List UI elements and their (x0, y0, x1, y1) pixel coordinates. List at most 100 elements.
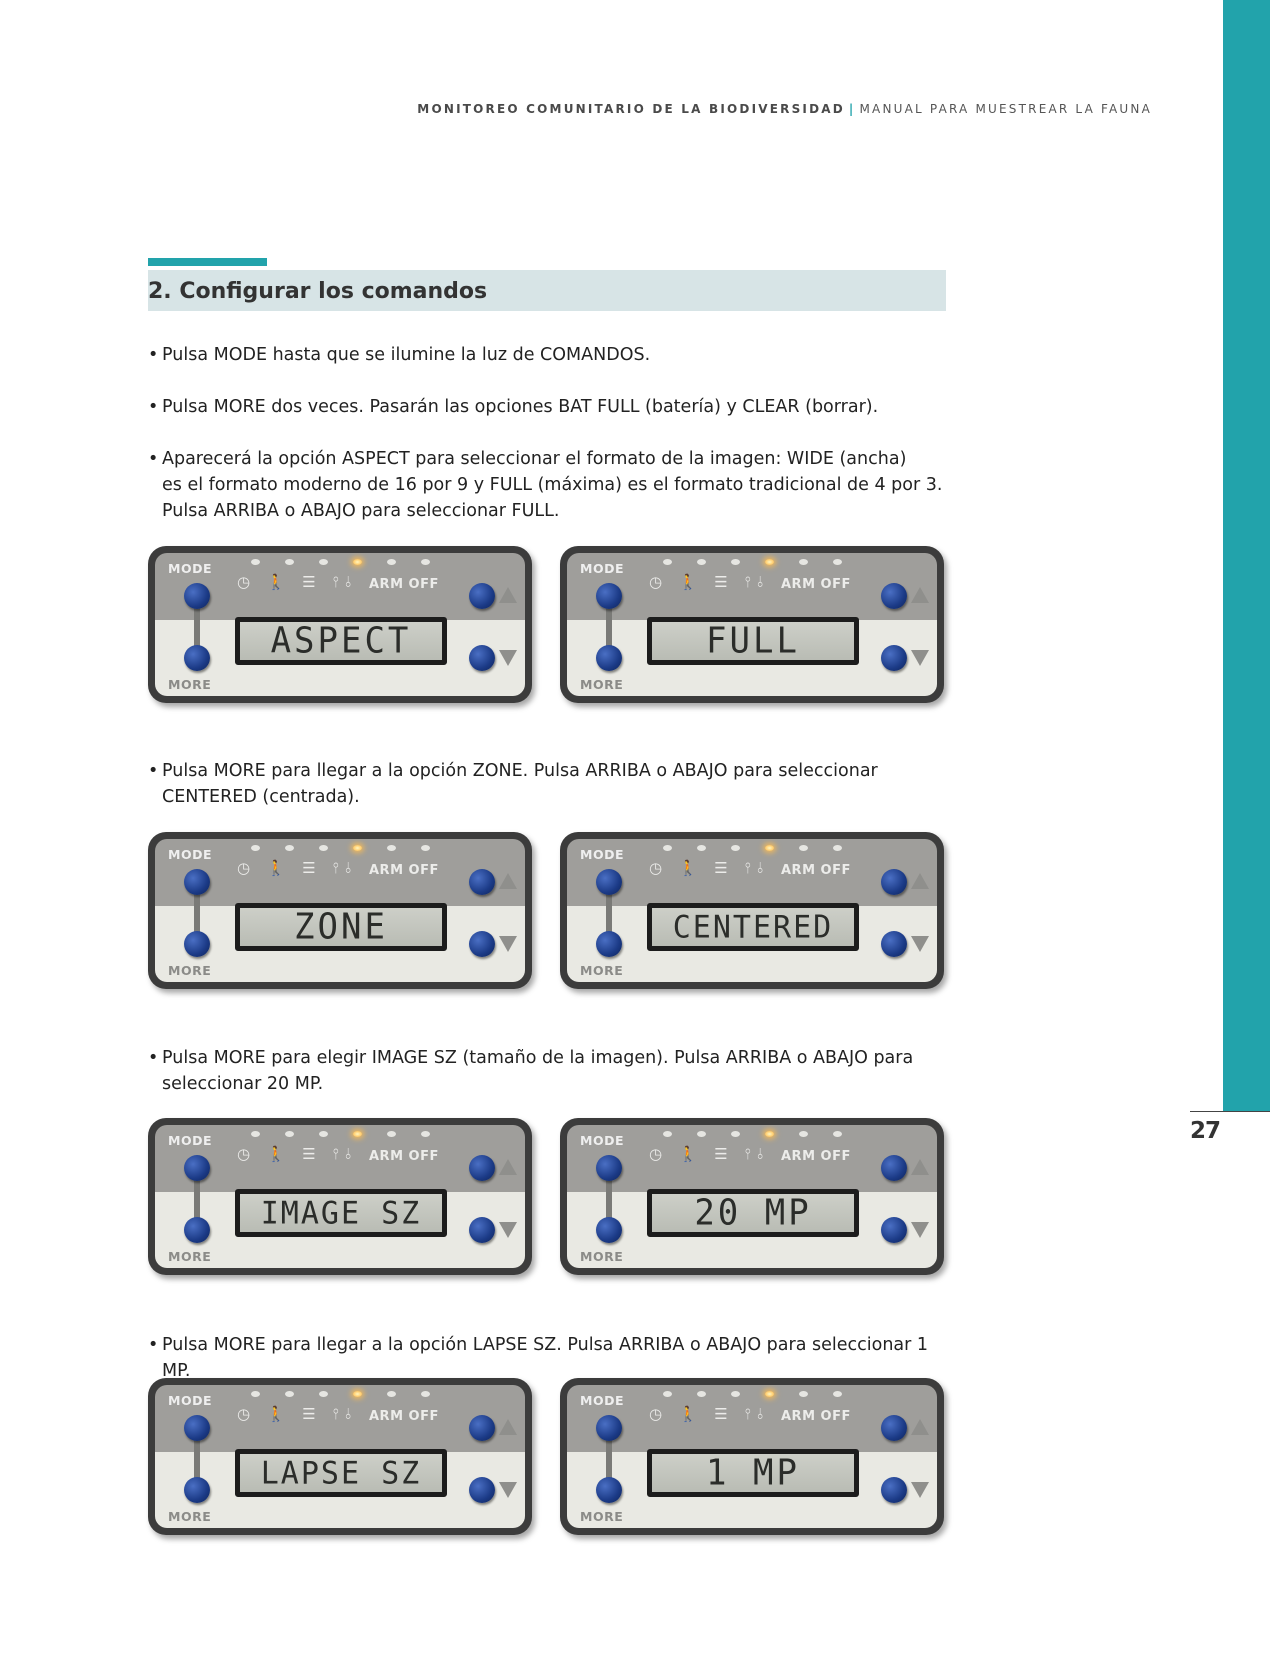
up-button[interactable] (881, 583, 907, 609)
bullet-5: • Pulsa MORE para elegir IMAGE SZ (tamañ… (148, 1045, 948, 1097)
down-button[interactable] (469, 1217, 495, 1243)
up-button[interactable] (881, 1155, 907, 1181)
up-arrow-icon (911, 1159, 929, 1175)
bullet-line: Pulsa MORE para llegar a la opción ZONE.… (162, 761, 878, 781)
mode-button[interactable] (184, 1155, 210, 1181)
bullet-line: Pulsa MODE hasta que se ilumine la luz d… (162, 345, 651, 365)
panel-face: MODE ◷ 🚶 ☰ ⫯⫰ ARM OFF CENTERED MORE (567, 839, 937, 982)
status-leds (251, 1131, 431, 1139)
down-button[interactable] (469, 645, 495, 671)
more-button[interactable] (184, 1477, 210, 1503)
bullet-2: • Pulsa MORE dos veces. Pasarán las opci… (148, 394, 948, 420)
down-arrow-icon (911, 1222, 929, 1238)
led (663, 845, 672, 851)
up-button[interactable] (469, 869, 495, 895)
bullet-dot: • (148, 345, 159, 365)
mode-label: MODE (580, 1133, 624, 1148)
mode-button[interactable] (596, 1415, 622, 1441)
led-lit (353, 1391, 362, 1397)
led (697, 1391, 706, 1397)
lcd-display: LAPSE SZ (235, 1449, 447, 1497)
mode-button[interactable] (596, 583, 622, 609)
more-label: MORE (580, 1249, 624, 1264)
mode-button[interactable] (184, 583, 210, 609)
status-leds (251, 559, 431, 567)
lcd-display: FULL (647, 617, 859, 665)
more-label: MORE (168, 1249, 212, 1264)
mode-button[interactable] (596, 869, 622, 895)
down-arrow-icon (499, 1222, 517, 1238)
bullet-dot: • (148, 397, 159, 417)
down-button[interactable] (881, 1477, 907, 1503)
up-arrow-icon (499, 1159, 517, 1175)
mode-label: MODE (168, 561, 212, 576)
led (251, 845, 260, 851)
up-button[interactable] (881, 1415, 907, 1441)
panel-face: MODE ◷ 🚶 ☰ ⫯⫰ ARM OFF 20 MP MORE (567, 1125, 937, 1268)
up-button[interactable] (469, 583, 495, 609)
status-leds (663, 1131, 843, 1139)
led (421, 559, 430, 565)
more-button[interactable] (184, 1217, 210, 1243)
down-button[interactable] (881, 931, 907, 957)
down-button[interactable] (469, 931, 495, 957)
more-button[interactable] (596, 931, 622, 957)
led (697, 845, 706, 851)
mode-button[interactable] (596, 1155, 622, 1181)
up-button[interactable] (881, 869, 907, 895)
led (833, 1131, 842, 1137)
down-button[interactable] (881, 645, 907, 671)
more-button[interactable] (596, 1217, 622, 1243)
bullet-6: • Pulsa MORE para llegar a la opción LAP… (148, 1332, 948, 1384)
bullet-line: Pulsa MORE para elegir IMAGE SZ (tamaño … (162, 1048, 914, 1068)
led-lit (353, 559, 362, 565)
mode-icons: ◷ 🚶 ☰ ⫯⫰ (649, 1145, 770, 1163)
bullet-dot: • (148, 1335, 159, 1355)
led (833, 1391, 842, 1397)
arm-off-label: ARM OFF (781, 863, 851, 878)
mode-button[interactable] (184, 1415, 210, 1441)
mode-icons: ◷ 🚶 ☰ ⫯⫰ (237, 1145, 358, 1163)
up-button[interactable] (469, 1155, 495, 1181)
bullet-dot: • (148, 761, 159, 781)
up-arrow-icon (911, 873, 929, 889)
bullet-dot: • (148, 449, 159, 469)
lcd-text: ZONE (294, 906, 388, 948)
led (663, 1131, 672, 1137)
more-button[interactable] (184, 645, 210, 671)
lcd-display: IMAGE SZ (235, 1189, 447, 1237)
more-button[interactable] (184, 931, 210, 957)
down-arrow-icon (911, 1482, 929, 1498)
down-button[interactable] (881, 1217, 907, 1243)
header-right: MANUAL PARA MUESTREAR LA FAUNA (859, 102, 1152, 116)
led-lit (353, 1131, 362, 1137)
up-button[interactable] (469, 1415, 495, 1441)
led (387, 1391, 396, 1397)
mode-icons: ◷ 🚶 ☰ ⫯⫰ (237, 573, 358, 591)
arm-off-label: ARM OFF (369, 1149, 439, 1164)
led (799, 1131, 808, 1137)
led (251, 1131, 260, 1137)
arm-off-label: ARM OFF (369, 1409, 439, 1424)
mode-label: MODE (580, 847, 624, 862)
mode-button[interactable] (184, 869, 210, 895)
arm-off-label: ARM OFF (781, 577, 851, 592)
lcd-text: ASPECT (270, 620, 412, 662)
panel-face: MODE ◷ 🚶 ☰ ⫯⫰ ARM OFF ASPECT MORE (155, 553, 525, 696)
more-button[interactable] (596, 645, 622, 671)
led (387, 1131, 396, 1137)
led (731, 845, 740, 851)
down-button[interactable] (469, 1477, 495, 1503)
arm-off-label: ARM OFF (369, 863, 439, 878)
more-label: MORE (580, 963, 624, 978)
down-arrow-icon (911, 936, 929, 952)
more-label: MORE (168, 677, 212, 692)
bullet-line: Pulsa ARRIBA o ABAJO para seleccionar FU… (162, 501, 560, 521)
more-button[interactable] (596, 1477, 622, 1503)
header-separator: | (848, 102, 856, 116)
bullet-4: • Pulsa MORE para llegar a la opción ZON… (148, 758, 948, 810)
led (421, 1391, 430, 1397)
down-arrow-icon (499, 650, 517, 666)
led (251, 1391, 260, 1397)
led (663, 1391, 672, 1397)
